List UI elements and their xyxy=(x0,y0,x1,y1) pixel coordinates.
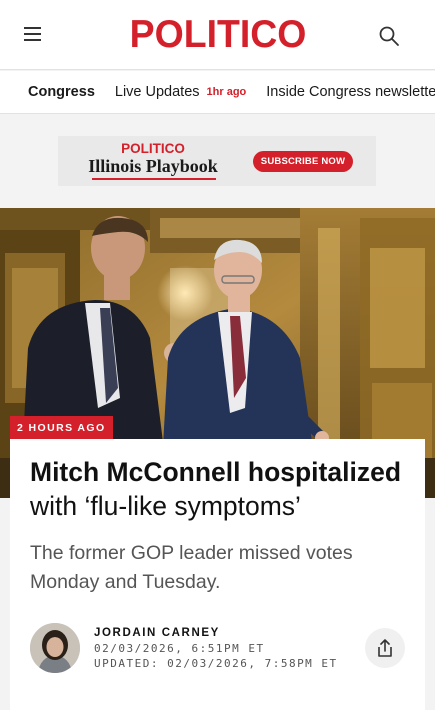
author-name[interactable]: JORDAIN CARNEY xyxy=(94,627,338,639)
updated-date: UPDATED: 02/03/2026, 7:58PM ET xyxy=(94,657,338,670)
nav-inside-congress-newsletter[interactable]: Inside Congress newsletter xyxy=(266,71,435,114)
section-nav: Congress Live Updates 1hr ago Inside Con… xyxy=(0,71,435,114)
ad-title-underline xyxy=(92,178,216,180)
headline-rest: with ‘flu-like symptoms’ xyxy=(30,491,301,521)
author-photo xyxy=(30,623,80,673)
search-icon[interactable] xyxy=(378,25,400,47)
politico-logo[interactable]: POLITICO xyxy=(130,13,307,57)
nav-live-updates[interactable]: Live Updates 1hr ago xyxy=(115,71,246,114)
article-card: Mitch McConnell hospitalized with ‘flu-l… xyxy=(10,439,425,710)
published-date: 02/03/2026, 6:51PM ET xyxy=(94,642,265,655)
byline: JORDAIN CARNEY 02/03/2026, 6:51PM ET UPD… xyxy=(94,627,338,671)
ad-politico-logo: POLITICO xyxy=(121,141,185,156)
nav-live-updates-label: Live Updates xyxy=(114,84,200,100)
ad-banner[interactable]: POLITICO Illinois Playbook SUBSCRIBE NOW xyxy=(58,136,376,186)
ad-subscribe-button[interactable]: SUBSCRIBE NOW xyxy=(253,151,353,172)
share-icon xyxy=(378,639,392,657)
ad-title: Illinois Playbook xyxy=(88,156,218,176)
headline-bold: Mitch McConnell hospitalized xyxy=(30,457,402,487)
time-badge: 2 HOURS AGO xyxy=(10,416,113,439)
share-button[interactable] xyxy=(365,628,405,668)
hamburger-menu-icon[interactable] xyxy=(24,27,41,41)
nav-congress[interactable]: Congress xyxy=(28,71,95,114)
article-headline[interactable]: Mitch McConnell hospitalized with ‘flu-l… xyxy=(30,455,410,523)
article-dek: The former GOP leader missed votes Monda… xyxy=(30,542,353,593)
author-avatar[interactable] xyxy=(30,623,80,673)
site-header: POLITICO xyxy=(0,0,435,70)
live-updates-time: 1hr ago xyxy=(206,86,247,98)
